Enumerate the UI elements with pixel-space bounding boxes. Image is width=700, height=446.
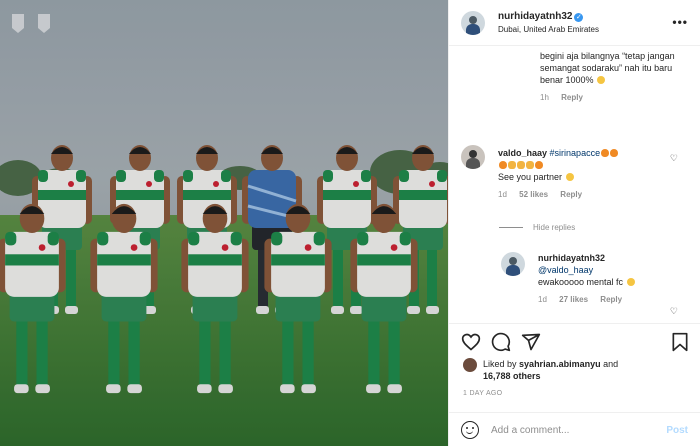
commenter-username[interactable]: valdo_haay [498,148,547,158]
team-photo-image [0,0,448,446]
muscle-emoji-icon [508,161,516,169]
like-reply-heart-icon[interactable]: ♡ [670,306,678,317]
post-photo[interactable] [0,0,448,446]
muscle-emoji-icon [526,161,534,169]
likes-count[interactable]: 16,788 others [483,371,541,381]
comment-bubble-icon[interactable] [491,332,511,352]
fire-emoji-icon [499,161,507,169]
comment-time: 1h [540,93,549,102]
reply-text: nurhidayatnh32 @valdo_haay ewakooooo men… [538,252,688,288]
save-bookmark-icon[interactable] [670,332,690,352]
more-options-icon[interactable]: ••• [672,15,688,29]
comment-text: valdo_haay #sirinapacce See you partner [498,147,668,183]
author-avatar[interactable] [461,10,485,35]
fire-emoji-icon [535,161,543,169]
like-comment-heart-icon[interactable]: ♡ [670,153,678,164]
post-header: nurhidayatnh32 ✓ Dubai, United Arab Emira… [449,0,700,46]
liker-username[interactable]: syahrian.abimanyu [519,359,601,369]
reply-avatar[interactable] [501,252,525,276]
add-comment-row: Post [449,412,700,446]
comment-time: 1d [498,190,507,199]
liked-by-summary[interactable]: Liked by syahrian.abimanyu and 16,788 ot… [463,358,618,382]
emoji-picker-icon[interactable] [461,421,479,439]
liker-avatar [463,358,477,372]
post-side-panel: nurhidayatnh32 ✓ Dubai, United Arab Emira… [448,0,700,446]
reply-likes[interactable]: 27 likes [559,295,588,304]
comment-likes[interactable]: 52 likes [519,190,548,199]
author-username[interactable]: nurhidayatnh32 [498,11,572,22]
hide-replies-button[interactable]: Hide replies [499,223,575,232]
reply-username[interactable]: nurhidayatnh32 [538,253,605,263]
reply-button[interactable]: Reply [561,93,583,102]
laugh-emoji-icon [626,278,635,286]
post-comment-button[interactable]: Post [666,425,688,436]
comment-input[interactable] [491,424,667,436]
post-timestamp: 1 DAY AGO [463,390,503,397]
reply-time: 1d [538,295,547,304]
post-actions: Liked by syahrian.abimanyu and 16,788 ot… [449,323,700,446]
commenter-avatar[interactable] [461,145,485,169]
comments-list: begini aja bilangnya “tetap jangan seman… [449,47,700,323]
reply-item: nurhidayatnh32 @valdo_haay ewakooooo men… [501,250,700,320]
comment-item: valdo_haay #sirinapacce See you partner … [461,145,700,205]
post-location[interactable]: Dubai, United Arab Emirates [498,23,599,36]
reply-button[interactable]: Reply [600,295,622,304]
muscle-emoji-icon [517,161,525,169]
comment-item: begini aja bilangnya “tetap jangan seman… [540,50,680,102]
reply-button[interactable]: Reply [560,190,582,199]
wink-emoji-icon [565,173,574,181]
verified-badge-icon: ✓ [574,12,584,22]
fire-emoji-icon [610,149,619,157]
like-heart-icon[interactable] [461,332,481,352]
hashtag-link[interactable]: #sirinapacce [550,148,601,158]
mention-link[interactable]: @valdo_haay [538,265,593,275]
share-send-icon[interactable] [521,332,541,352]
grin-emoji-icon [597,76,606,84]
fire-emoji-icon [601,149,610,157]
comment-text: begini aja bilangnya “tetap jangan seman… [540,51,675,85]
